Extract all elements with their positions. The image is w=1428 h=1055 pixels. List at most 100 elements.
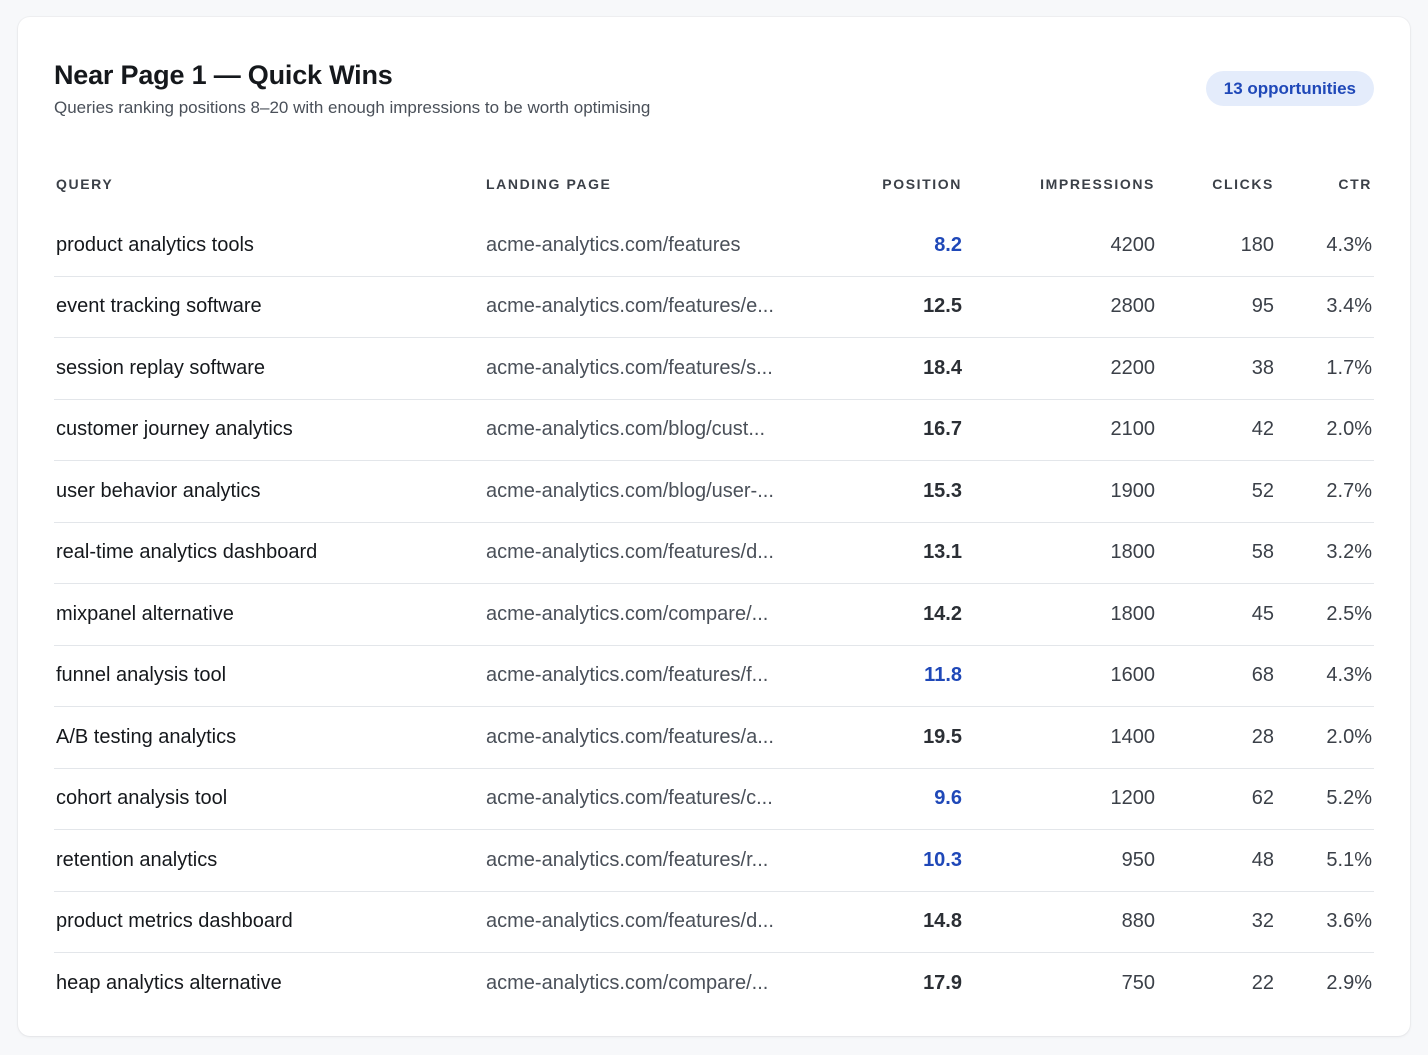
query-cell: customer journey analytics [56, 418, 293, 441]
landing-page-cell[interactable]: acme-analytics.com/features/a... [484, 707, 834, 769]
table-row[interactable]: retention analytics acme-analytics.com/fe… [54, 830, 1374, 892]
ctr-cell: 4.3% [1326, 664, 1372, 687]
clicks-cell: 68 [1251, 664, 1274, 687]
ctr-cell: 2.0% [1326, 725, 1372, 748]
impressions-cell: 2100 [1110, 418, 1156, 441]
clicks-cell: 180 [1240, 233, 1274, 256]
position-cell: 16.7 [923, 418, 962, 441]
table-row[interactable]: funnel analysis tool acme-analytics.com/f… [54, 645, 1374, 707]
card-title: Near Page 1 — Quick Wins [54, 60, 393, 90]
position-cell: 8.2 [934, 233, 962, 256]
landing-page-cell[interactable]: acme-analytics.com/features [484, 215, 834, 276]
position-cell: 9.6 [934, 787, 962, 810]
query-cell: funnel analysis tool [56, 664, 227, 687]
ctr-cell: 2.0% [1326, 418, 1372, 441]
query-cell: session replay software [56, 356, 265, 379]
position-cell: 11.8 [924, 664, 962, 687]
quick-wins-table: Query Landing Page Position Impressions … [54, 153, 1374, 1014]
query-cell: product metrics dashboard [56, 910, 293, 933]
quick-wins-card: Near Page 1 — Quick Wins Queries ranking… [18, 17, 1410, 1036]
landing-page-cell[interactable]: acme-analytics.com/features/d... [484, 522, 834, 584]
card-header: Near Page 1 — Quick Wins Queries ranking… [54, 59, 1374, 129]
column-header-landing-page[interactable]: Landing Page [484, 153, 834, 215]
ctr-cell: 3.4% [1326, 295, 1372, 318]
landing-page-cell[interactable]: acme-analytics.com/compare/... [484, 584, 834, 646]
impressions-cell: 950 [1121, 848, 1155, 871]
query-cell: heap analytics alternative [56, 971, 282, 994]
impressions-cell: 880 [1121, 910, 1155, 933]
impressions-cell: 1900 [1110, 479, 1156, 502]
impressions-cell: 2800 [1110, 295, 1156, 318]
query-cell: mixpanel alternative [56, 602, 234, 625]
impressions-cell: 1800 [1110, 541, 1156, 564]
column-header-position[interactable]: Position [834, 153, 964, 215]
table-row[interactable]: product analytics tools acme-analytics.co… [54, 215, 1374, 276]
column-header-impressions[interactable]: Impressions [964, 153, 1157, 215]
impressions-cell: 2200 [1110, 356, 1156, 379]
clicks-cell: 52 [1251, 479, 1274, 502]
query-cell: real-time analytics dashboard [56, 541, 318, 564]
ctr-cell: 3.2% [1326, 541, 1372, 564]
table-header: Query Landing Page Position Impressions … [54, 153, 1374, 215]
impressions-cell: 4200 [1110, 233, 1156, 256]
landing-page-cell[interactable]: acme-analytics.com/features/s... [484, 338, 834, 400]
impressions-cell: 1600 [1110, 664, 1156, 687]
query-cell: A/B testing analytics [56, 725, 237, 748]
ctr-cell: 3.6% [1326, 910, 1372, 933]
ctr-cell: 4.3% [1326, 233, 1372, 256]
landing-page-cell[interactable]: acme-analytics.com/blog/cust... [484, 399, 834, 461]
clicks-cell: 48 [1251, 848, 1274, 871]
clicks-cell: 95 [1251, 295, 1274, 318]
opportunities-badge: 13 opportunities [1205, 71, 1374, 106]
table-row[interactable]: A/B testing analytics acme-analytics.com/… [54, 707, 1374, 769]
query-cell: user behavior analytics [56, 479, 261, 502]
query-cell: product analytics tools [56, 233, 254, 256]
table-row[interactable]: cohort analysis tool acme-analytics.com/f… [54, 768, 1374, 830]
column-header-ctr[interactable]: CTR [1276, 153, 1374, 215]
table-row[interactable]: session replay software acme-analytics.co… [54, 338, 1374, 400]
position-cell: 12.5 [923, 295, 962, 318]
table-row[interactable]: mixpanel alternative acme-analytics.com/c… [54, 584, 1374, 646]
landing-page-cell[interactable]: acme-analytics.com/features/c... [484, 768, 834, 830]
impressions-cell: 750 [1121, 971, 1155, 994]
landing-page-cell[interactable]: acme-analytics.com/features/r... [484, 830, 834, 892]
clicks-cell: 62 [1251, 787, 1274, 810]
clicks-cell: 58 [1251, 541, 1274, 564]
table-body: product analytics tools acme-analytics.co… [54, 215, 1374, 1014]
query-cell: cohort analysis tool [56, 787, 228, 810]
position-cell: 18.4 [923, 356, 962, 379]
query-cell: event tracking software [56, 295, 262, 318]
column-header-clicks[interactable]: Clicks [1157, 153, 1276, 215]
position-cell: 14.8 [923, 910, 962, 933]
table-row[interactable]: product metrics dashboard acme-analytics.… [54, 891, 1374, 953]
card-subtitle: Queries ranking positions 8–20 with enou… [54, 98, 651, 117]
ctr-cell: 2.5% [1326, 602, 1372, 625]
landing-page-cell[interactable]: acme-analytics.com/features/f... [484, 645, 834, 707]
table-row[interactable]: event tracking software acme-analytics.co… [54, 276, 1374, 338]
position-cell: 10.3 [923, 848, 962, 871]
table-row[interactable]: heap analytics alternative acme-analytics… [54, 953, 1374, 1014]
ctr-cell: 5.1% [1326, 848, 1372, 871]
clicks-cell: 28 [1251, 725, 1274, 748]
impressions-cell: 1400 [1110, 725, 1156, 748]
clicks-cell: 22 [1251, 971, 1274, 994]
impressions-cell: 1800 [1110, 602, 1156, 625]
table-row[interactable]: user behavior analytics acme-analytics.co… [54, 461, 1374, 523]
landing-page-cell[interactable]: acme-analytics.com/features/d... [484, 891, 834, 953]
clicks-cell: 38 [1251, 356, 1274, 379]
column-header-query[interactable]: Query [54, 153, 484, 215]
ctr-cell: 2.7% [1326, 479, 1372, 502]
impressions-cell: 1200 [1110, 787, 1156, 810]
query-cell: retention analytics [56, 848, 218, 871]
ctr-cell: 5.2% [1326, 787, 1372, 810]
table-row[interactable]: customer journey analytics acme-analytics… [54, 399, 1374, 461]
table-row[interactable]: real-time analytics dashboard acme-analyt… [54, 522, 1374, 584]
clicks-cell: 45 [1251, 602, 1274, 625]
landing-page-cell[interactable]: acme-analytics.com/compare/... [484, 953, 834, 1014]
ctr-cell: 1.7% [1326, 356, 1372, 379]
position-cell: 15.3 [923, 479, 962, 502]
position-cell: 17.9 [923, 971, 962, 994]
landing-page-cell[interactable]: acme-analytics.com/features/e... [484, 276, 834, 338]
landing-page-cell[interactable]: acme-analytics.com/blog/user-... [484, 461, 834, 523]
clicks-cell: 32 [1251, 910, 1274, 933]
